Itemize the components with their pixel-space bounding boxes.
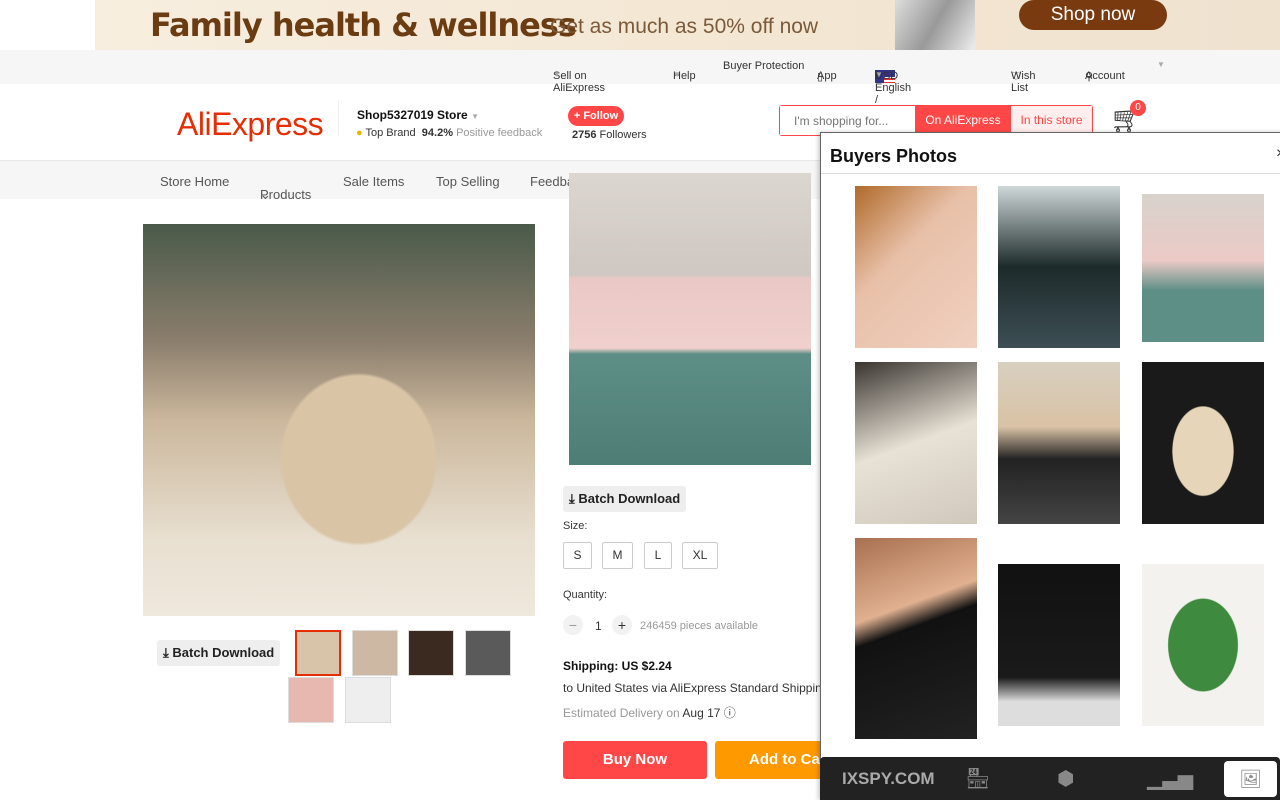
account-label: Account bbox=[1085, 70, 1125, 82]
buyer-photo[interactable] bbox=[855, 186, 977, 348]
store-icon[interactable]: 🏪︎ bbox=[965, 766, 990, 791]
buyer-photo[interactable] bbox=[1142, 362, 1264, 524]
size-option-xl[interactable]: XL bbox=[682, 542, 718, 569]
shipping-method[interactable]: to United States via AliExpress Standard… bbox=[563, 681, 820, 695]
nav-sale-items[interactable]: Sale Items bbox=[343, 174, 404, 189]
followers-number: 2756 bbox=[572, 129, 597, 141]
pieces-available: 246459 pieces available bbox=[640, 620, 759, 632]
search-aliexpress-button[interactable]: On AliExpress bbox=[915, 106, 1011, 135]
followers-label: Followers bbox=[599, 129, 647, 141]
search-input[interactable] bbox=[780, 106, 915, 135]
estimated-delivery: Estimated Delivery on Aug 17 ⓘ bbox=[563, 704, 736, 721]
buyer-photo[interactable] bbox=[1142, 194, 1264, 342]
store-name-label: Shop5327019 Store bbox=[357, 108, 468, 122]
thumbnail[interactable] bbox=[408, 630, 454, 676]
divider bbox=[821, 173, 1280, 174]
medal-icon: ● bbox=[356, 127, 363, 139]
help-circle-icon[interactable]: ⓘ bbox=[724, 706, 736, 720]
follow-button[interactable]: + Follow bbox=[568, 106, 624, 126]
product-box-icon[interactable]: ⬢ bbox=[1057, 766, 1074, 791]
download-icon: ⤓ bbox=[569, 491, 575, 506]
banner-title: Family health & wellness bbox=[150, 6, 577, 44]
delivery-date: Aug 17 bbox=[682, 706, 721, 720]
quantity-value[interactable]: 1 bbox=[595, 619, 602, 633]
buyer-photo-preview bbox=[569, 173, 811, 465]
app-label: App bbox=[817, 70, 837, 82]
divider bbox=[338, 100, 339, 136]
panel-title: Buyers Photos bbox=[830, 146, 958, 166]
buyer-protection-link[interactable]: Buyer Protection bbox=[723, 60, 804, 72]
buyers-photos-panel: Buyers Photos × bbox=[820, 132, 1280, 800]
ixspy-logo: IXSPY.COM bbox=[842, 769, 935, 788]
ixspy-toolbar: IXSPY.COM 🏪︎ ⬢ ▁▃▅ 🖼︎ bbox=[820, 757, 1280, 800]
download-icon: ⤓ bbox=[163, 645, 169, 660]
buy-now-button[interactable]: Buy Now bbox=[563, 741, 707, 779]
batch-download-button[interactable]: ⤓ Batch Download bbox=[157, 640, 281, 666]
buyer-photo[interactable] bbox=[998, 564, 1120, 726]
thumbnail[interactable] bbox=[345, 677, 391, 723]
delivery-label: Estimated Delivery on bbox=[563, 706, 680, 720]
top-brand-label: Top Brand bbox=[365, 127, 416, 139]
buyer-photo[interactable] bbox=[855, 362, 977, 524]
shipping-price: Shipping: US $2.24 bbox=[563, 659, 672, 673]
store-meta: ● Top Brand 94.2% Positive feedback bbox=[356, 127, 542, 139]
feedback-label: Positive feedback bbox=[456, 127, 543, 139]
nav-top-selling[interactable]: Top Selling bbox=[436, 174, 500, 189]
promo-banner[interactable]: Family health & wellness Get as much as … bbox=[95, 0, 1280, 50]
quantity-increase-button[interactable]: + bbox=[612, 615, 632, 635]
thumbnail[interactable] bbox=[352, 630, 398, 676]
nav-store-home[interactable]: Store Home bbox=[160, 174, 229, 189]
top-navigation: Sell on AliExpress ▼ Help ▼ Buyer Protec… bbox=[0, 50, 1280, 106]
chevron-down-icon: ▼ bbox=[471, 112, 479, 121]
thumbnail[interactable] bbox=[295, 630, 341, 676]
buyer-photo[interactable] bbox=[1142, 564, 1264, 726]
buyer-photo[interactable] bbox=[855, 538, 977, 739]
chevron-down-icon[interactable]: ▼ bbox=[1157, 60, 1165, 69]
quantity-label: Quantity: bbox=[563, 589, 608, 601]
size-option-m[interactable]: M bbox=[602, 542, 633, 569]
banner-product-image bbox=[895, 0, 975, 50]
aliexpress-logo[interactable]: AliExpress bbox=[177, 106, 324, 143]
thumbnail[interactable] bbox=[465, 630, 511, 676]
feedback-percent: 94.2% bbox=[421, 127, 453, 139]
batch-download-button[interactable]: ⤓ Batch Download bbox=[563, 486, 687, 512]
chevron-down-icon: ▼ bbox=[875, 70, 883, 79]
store-name[interactable]: Shop5327019 Store ▼ bbox=[357, 108, 479, 122]
size-option-s[interactable]: S bbox=[563, 542, 592, 569]
quantity-decrease-button[interactable]: − bbox=[563, 615, 583, 635]
batch-download-label: Batch Download bbox=[578, 491, 681, 506]
chart-icon[interactable]: ▁▃▅ bbox=[1147, 766, 1193, 791]
followers-count: 2756 Followers bbox=[572, 129, 647, 141]
size-option-l[interactable]: L bbox=[644, 542, 672, 569]
buyer-photo[interactable] bbox=[998, 362, 1120, 524]
close-icon[interactable]: × bbox=[1276, 145, 1280, 163]
buyer-photo[interactable] bbox=[998, 186, 1120, 348]
size-label: Size: bbox=[563, 520, 588, 532]
shop-now-button[interactable]: Shop now bbox=[1019, 0, 1167, 30]
chevron-down-icon: ▼ bbox=[553, 70, 561, 79]
chevron-down-icon: ▼ bbox=[673, 70, 681, 79]
cart-count-badge: 0 bbox=[1130, 100, 1146, 116]
image-icon[interactable]: 🖼︎ bbox=[1224, 761, 1277, 797]
banner-subtitle: Get as much as 50% off now bbox=[550, 15, 819, 38]
main-product-image[interactable] bbox=[143, 224, 535, 616]
batch-download-label: Batch Download bbox=[172, 645, 275, 660]
search-store-button[interactable]: In this store bbox=[1011, 106, 1092, 135]
chevron-down-icon: ⌄ bbox=[260, 187, 271, 202]
thumbnail[interactable] bbox=[288, 677, 334, 723]
